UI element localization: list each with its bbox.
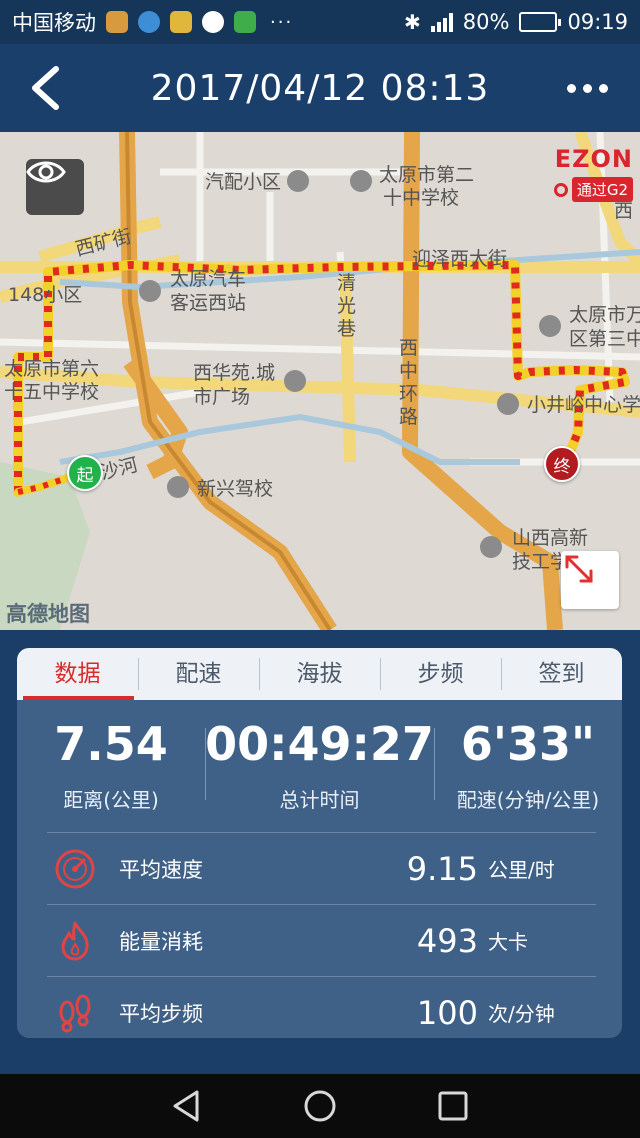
circle-home-icon <box>304 1090 336 1122</box>
system-nav-bar <box>0 1074 640 1138</box>
more-dot <box>566 83 576 93</box>
map-label: 太原市第六 <box>4 358 100 380</box>
route-map[interactable]: 汽配小区 太原市第二 十中学校 西矿街 148小区 太原汽车 客运西站 清 光 … <box>0 132 640 630</box>
metric-value: 9.15 <box>406 849 478 888</box>
ezon-brand: EZON 通过G2 <box>533 145 633 202</box>
nav-recents-button[interactable] <box>433 1086 473 1126</box>
square-recents-icon <box>438 1091 468 1121</box>
summary-row: 7.54 距离(公里) 00:49:27 总计时间 6'33" 配速(分钟/公里… <box>17 714 622 826</box>
back-button[interactable] <box>22 64 68 112</box>
map-label: 市广场 <box>193 386 251 408</box>
tab-data[interactable]: 数据 <box>17 648 138 700</box>
notes-app-icon <box>170 11 192 33</box>
more-dot <box>582 83 592 93</box>
map-label: 区第三中 <box>569 328 640 350</box>
distance-value: 7.54 <box>54 717 168 771</box>
speedometer-icon <box>53 847 97 891</box>
metric-unit: 公里/时 <box>488 858 555 882</box>
stats-card: 数据 配速 海拔 步频 签到 7.54 距离(公里) 00:49:27 总计时间… <box>17 648 622 1038</box>
map-label: 迎泽西大街 <box>412 248 508 270</box>
qq-icon <box>202 11 224 33</box>
metric-value: 493 <box>416 921 478 960</box>
duration-label: 总计时间 <box>279 788 360 812</box>
tab-pace[interactable]: 配速 <box>138 648 259 700</box>
toggle-visibility-button[interactable] <box>26 159 84 215</box>
map-label: 清 <box>337 272 357 294</box>
map-label: 新兴驾校 <box>197 478 274 500</box>
duration-stat: 00:49:27 总计时间 <box>205 714 434 826</box>
metric-label: 平均步频 <box>119 1001 203 1026</box>
status-bar: 中国移动 ··· ✱ 80% 09:19 <box>0 0 640 44</box>
map-label: 客运西站 <box>170 292 247 314</box>
amap-watermark: 高德地图 <box>6 602 90 626</box>
device-badge-text: 通过G2 <box>571 177 633 202</box>
bluetooth-icon: ✱ <box>404 10 421 34</box>
stats-tabs: 数据 配速 海拔 步频 签到 <box>17 648 622 700</box>
metric-row-calories: 能量消耗 493 大卡 <box>47 904 596 976</box>
map-label: 山西高新 <box>512 527 589 549</box>
location-pin-icon <box>553 182 568 197</box>
triangle-back-icon <box>173 1090 199 1122</box>
metric-label: 能量消耗 <box>119 929 203 954</box>
battery-icon <box>519 12 562 32</box>
tab-checkin[interactable]: 签到 <box>501 648 622 700</box>
carrier-name: 中国移动 <box>12 11 96 35</box>
ezon-logo: EZON <box>554 145 633 173</box>
pace-label: 配速(分钟/公里) <box>456 788 600 812</box>
map-label: 中 <box>399 360 419 382</box>
nav-home-button[interactable] <box>300 1086 340 1126</box>
metrics-list: 平均速度 9.15 公里/时 能量消耗 493 大卡 平均步频 100 次/分钟 <box>17 832 622 1038</box>
nav-back-button[interactable] <box>167 1086 207 1126</box>
map-label: 西 <box>614 200 634 222</box>
start-marker: 起 <box>67 455 103 491</box>
page-title: 2017/04/12 08:13 <box>150 67 490 109</box>
fullscreen-button[interactable] <box>561 551 619 609</box>
pace-stat: 6'33" 配速(分钟/公里) <box>433 714 622 826</box>
device-badge: 通过G2 <box>553 177 633 202</box>
map-label: 环 <box>399 383 419 405</box>
metric-value: 100 <box>416 993 478 1032</box>
tab-altitude[interactable]: 海拔 <box>259 648 380 700</box>
more-notifications-icon: ··· <box>270 11 294 33</box>
chevron-left-icon <box>32 66 59 110</box>
app-header: 2017/04/12 08:13 <box>0 44 640 132</box>
more-options-button[interactable] <box>562 72 612 104</box>
map-label: 十中学校 <box>383 187 460 209</box>
notification-app-icon <box>106 11 128 33</box>
map-label: 太原市第二 <box>379 164 475 186</box>
eye-icon <box>26 161 66 183</box>
map-label: 路 <box>399 406 419 428</box>
flame-icon <box>53 919 97 963</box>
expand-arrows-icon <box>565 555 593 583</box>
metric-unit: 次/分钟 <box>488 1002 555 1026</box>
distance-stat: 7.54 距离(公里) <box>17 714 205 826</box>
metric-row-cadence: 平均步频 100 次/分钟 <box>47 976 596 1038</box>
metric-row-avg-speed: 平均速度 9.15 公里/时 <box>47 832 596 904</box>
map-label: 西 <box>399 337 419 359</box>
map-label: 148小区 <box>8 284 83 306</box>
clock: 09:19 <box>567 10 628 34</box>
footprint-icon <box>53 991 97 1035</box>
map-label: 十五中学校 <box>4 381 100 403</box>
metric-label: 平均速度 <box>119 857 203 882</box>
pace-value: 6'33" <box>460 717 595 771</box>
map-label: 小井峪中心学 <box>527 394 640 416</box>
message-icon <box>138 11 160 33</box>
distance-label: 距离(公里) <box>63 788 159 812</box>
signal-icon <box>430 12 453 32</box>
battery-percent: 80% <box>462 10 510 34</box>
map-label: 太原汽车 <box>170 268 247 290</box>
map-label: 太原市万 <box>569 304 640 326</box>
metric-unit: 大卡 <box>488 930 528 954</box>
end-marker: 终 <box>544 446 580 482</box>
map-label: 汽配小区 <box>205 171 282 193</box>
map-label: 光 <box>337 295 357 317</box>
tab-cadence[interactable]: 步频 <box>380 648 501 700</box>
map-label: 西华苑.城 <box>193 362 276 384</box>
wechat-icon <box>234 11 256 33</box>
duration-value: 00:49:27 <box>205 717 434 771</box>
map-label: 巷 <box>337 318 357 340</box>
more-dot <box>598 83 608 93</box>
